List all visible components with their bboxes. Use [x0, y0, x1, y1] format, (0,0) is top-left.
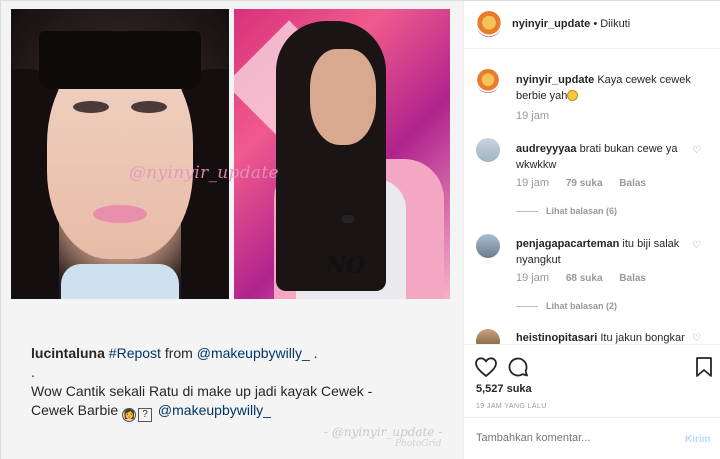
comment-like-heart-icon[interactable]: ♡ — [692, 146, 702, 156]
comment-username[interactable]: audreyyyaa — [516, 143, 577, 155]
unknown-emoji-icon: ? — [138, 408, 153, 422]
caption-username[interactable]: lucintaluna — [31, 345, 105, 361]
caption-mention[interactable]: @makeupbywilly_ — [197, 345, 310, 361]
commenter-avatar[interactable] — [476, 138, 500, 162]
comment-username[interactable]: heistinopitasari — [516, 332, 597, 344]
post-media: NO @nyinyir_update lucintaluna #Repost f… — [1, 1, 464, 459]
comment-likes[interactable]: 68 suka — [566, 273, 603, 284]
post-sidebar: nyinyir_update • Diikuti nyinyir_update … — [464, 1, 720, 459]
header-separator: • — [593, 18, 598, 30]
photo-makeup-closeup[interactable] — [11, 9, 229, 299]
media-caption: lucintaluna #Repost from @makeupbywilly_… — [31, 344, 451, 422]
smiley-emoji-icon — [567, 90, 579, 101]
comment-time[interactable]: 19 jam — [516, 110, 549, 122]
caption-dot: . — [31, 364, 35, 380]
caption-hashtag[interactable]: #Repost — [109, 345, 161, 361]
woman-emoji-icon: 👩 — [122, 408, 137, 422]
commenter-avatar[interactable] — [476, 329, 500, 344]
post-comment-button[interactable]: Kirim — [685, 434, 711, 445]
comment-item: audreyyyaa brati bukan cewe ya wkwkkw — [516, 141, 694, 173]
photogrid-watermark: PhotoGrid — [395, 439, 442, 449]
bottom-watermark: - @nyinyir_update - — [324, 425, 443, 439]
comment-time[interactable]: 19 jam — [516, 272, 549, 284]
image-watermark: @nyinyir_update — [129, 163, 279, 183]
commenter-avatar[interactable] — [476, 234, 500, 258]
follow-button[interactable]: Diikuti — [600, 18, 630, 30]
reply-button[interactable]: Balas — [619, 178, 646, 189]
comment-username[interactable]: penjagapacarteman — [516, 238, 619, 250]
shirt-print: NO — [326, 253, 366, 279]
comment-form: Kirim — [464, 417, 720, 459]
reply-button[interactable]: Balas — [619, 273, 646, 284]
likes-count[interactable]: 5,527 suka — [476, 383, 532, 395]
comment-item: nyinyir_update Kaya cewek cewek berbie y… — [516, 72, 694, 104]
view-replies-button[interactable]: Lihat balasan (2) — [516, 301, 617, 311]
comment-text: Itu jakun bongkar — [600, 332, 685, 344]
bookmark-icon[interactable] — [692, 355, 716, 379]
comment-item: penjagapacarteman itu biji salak nyangku… — [516, 236, 694, 268]
avatar[interactable] — [476, 11, 502, 37]
comment-input[interactable] — [476, 432, 666, 444]
comment-item: heistinopitasari Itu jakun bongkar — [516, 330, 694, 344]
comment-username[interactable]: nyinyir_update — [516, 74, 594, 86]
comment-likes[interactable]: 79 suka — [566, 178, 603, 189]
microphone — [342, 215, 354, 223]
comment-like-heart-icon[interactable]: ♡ — [692, 334, 702, 344]
commenter-avatar[interactable] — [476, 69, 500, 93]
comment-list[interactable]: nyinyir_update Kaya cewek cewek berbie y… — [464, 49, 720, 344]
heart-icon[interactable] — [474, 355, 498, 379]
header-username[interactable]: nyinyir_update — [512, 18, 590, 30]
instagram-post: NO @nyinyir_update lucintaluna #Repost f… — [0, 0, 720, 459]
caption-line1: Wow Cantik sekali Ratu di make up jadi k… — [31, 383, 373, 399]
post-time[interactable]: 19 JAM YANG LALU — [476, 403, 547, 410]
comment-time[interactable]: 19 jam — [516, 177, 549, 189]
caption-line2: Cewek Barbie — [31, 402, 123, 418]
comment-icon[interactable] — [506, 355, 530, 379]
view-replies-button[interactable]: Lihat balasan (6) — [516, 206, 617, 216]
action-bar: 5,527 suka 19 JAM YANG LALU — [464, 344, 720, 414]
post-header: nyinyir_update • Diikuti — [464, 1, 720, 49]
photo-tv-show[interactable]: NO — [234, 9, 450, 299]
comment-like-heart-icon[interactable]: ♡ — [692, 241, 702, 251]
caption-mention-2[interactable]: @makeupbywilly_ — [154, 402, 271, 418]
